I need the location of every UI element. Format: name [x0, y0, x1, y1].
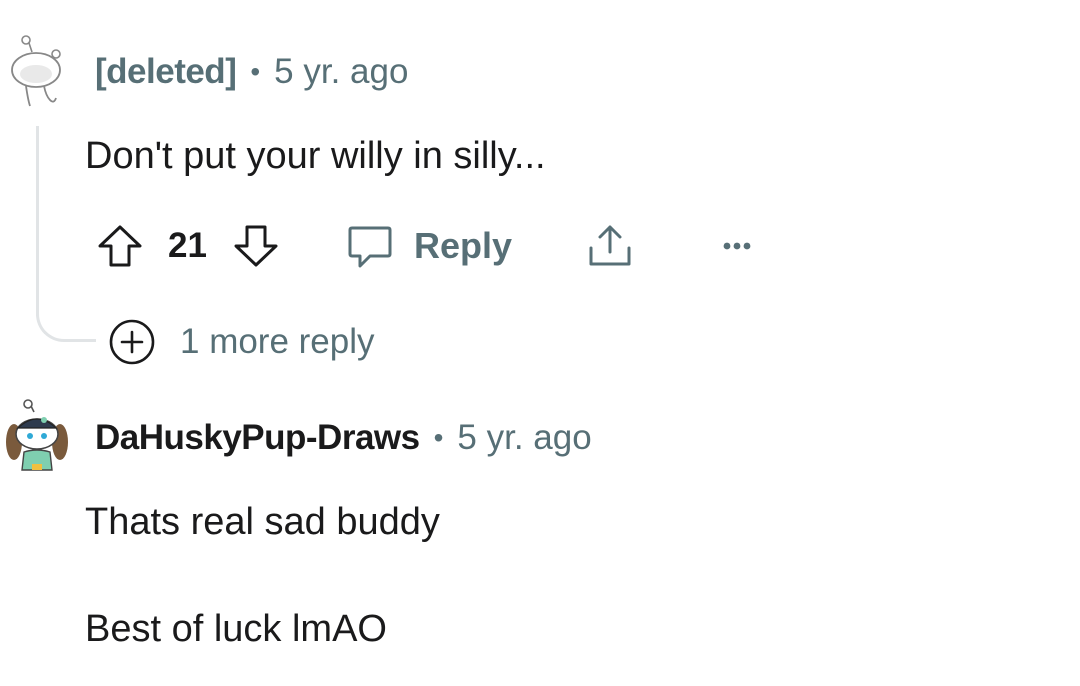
comment-username[interactable]: [deleted]	[95, 52, 237, 92]
reply-label: Reply	[414, 225, 513, 266]
comment-meta: DaHuskyPup-Draws • 5 yr. ago	[95, 418, 592, 458]
downvote-button[interactable]	[232, 222, 280, 270]
meta-separator: •	[433, 422, 444, 453]
comment-body-line: Best of luck lmAO	[85, 608, 387, 650]
user-avatar[interactable]	[4, 398, 68, 472]
reply-icon	[348, 226, 392, 268]
overflow-menu-button[interactable]	[718, 228, 758, 264]
deleted-user-avatar[interactable]	[6, 34, 68, 108]
expand-replies-button[interactable]	[108, 318, 156, 366]
share-icon	[589, 225, 631, 266]
share-button[interactable]	[586, 222, 634, 270]
comment-username[interactable]: DaHuskyPup-Draws	[95, 418, 420, 458]
thread-line-branch	[36, 286, 96, 342]
vote-score: 21	[168, 226, 207, 265]
comment-body-line: Thats real sad buddy	[85, 501, 440, 543]
comment-meta: [deleted] • 5 yr. ago	[95, 52, 408, 92]
plus-circle-icon	[109, 319, 155, 365]
comment-timestamp: 5 yr. ago	[274, 52, 409, 91]
comment-body: Don't put your willy in silly...	[85, 135, 546, 177]
reply-button[interactable]: Reply	[346, 222, 512, 270]
upvote-icon	[98, 225, 142, 267]
comment-timestamp: 5 yr. ago	[457, 418, 592, 457]
more-replies-link[interactable]: 1 more reply	[180, 322, 375, 362]
overflow-dots-icon	[723, 242, 751, 250]
meta-separator: •	[250, 56, 261, 87]
downvote-icon	[234, 225, 278, 267]
upvote-button[interactable]	[96, 222, 144, 270]
